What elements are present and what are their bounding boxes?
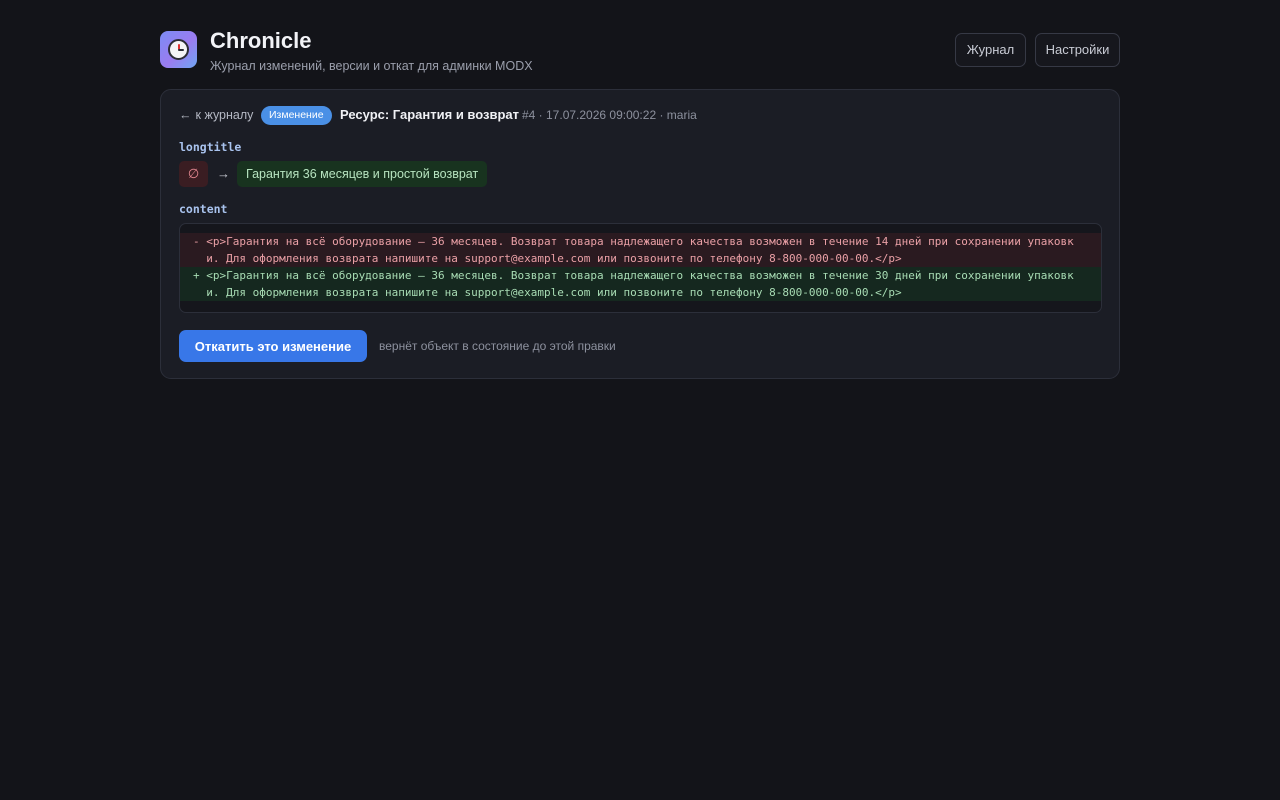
change-detail-card: ← к журналу Изменение Ресурс: Гарантия и … [160, 89, 1120, 379]
rollback-button[interactable]: Откатить это изменение [179, 330, 367, 362]
field-name-longtitle: longtitle [179, 140, 242, 154]
settings-button[interactable]: Настройки [1035, 33, 1120, 67]
diff-removed-line: - <p>Гарантия на всё оборудование — 36 м… [180, 233, 1101, 267]
app-logo [160, 31, 197, 68]
arrow-right-icon: → [217, 166, 230, 181]
change-type-badge: Изменение [261, 106, 332, 125]
app-title: Chronicle [210, 28, 312, 53]
app-header: Chronicle Журнал изменений, версии и отк… [160, 28, 1120, 80]
resource-title: Ресурс: Гарантия и возврат [340, 107, 519, 122]
change-meta: #4 · 17.07.2026 09:00:22 · maria [522, 108, 697, 122]
diff-added-line: + <p>Гарантия на всё оборудование — 36 м… [180, 267, 1101, 301]
rollback-hint: вернёт объект в состояние до этой правки [379, 339, 616, 353]
back-to-journal-link[interactable]: ← к журналу [179, 108, 253, 122]
content-diff: - <p>Гарантия на всё оборудование — 36 м… [179, 223, 1102, 313]
new-value: Гарантия 36 месяцев и простой возврат [237, 161, 488, 187]
old-value-empty: ∅ [179, 161, 208, 187]
journal-button[interactable]: Журнал [955, 33, 1026, 67]
app-subtitle: Журнал изменений, версии и откат для адм… [210, 59, 533, 73]
back-link-label: к журналу [195, 108, 254, 122]
field-name-content: content [179, 202, 228, 216]
clock-icon [168, 39, 189, 60]
arrow-left-icon: ← [179, 108, 192, 122]
